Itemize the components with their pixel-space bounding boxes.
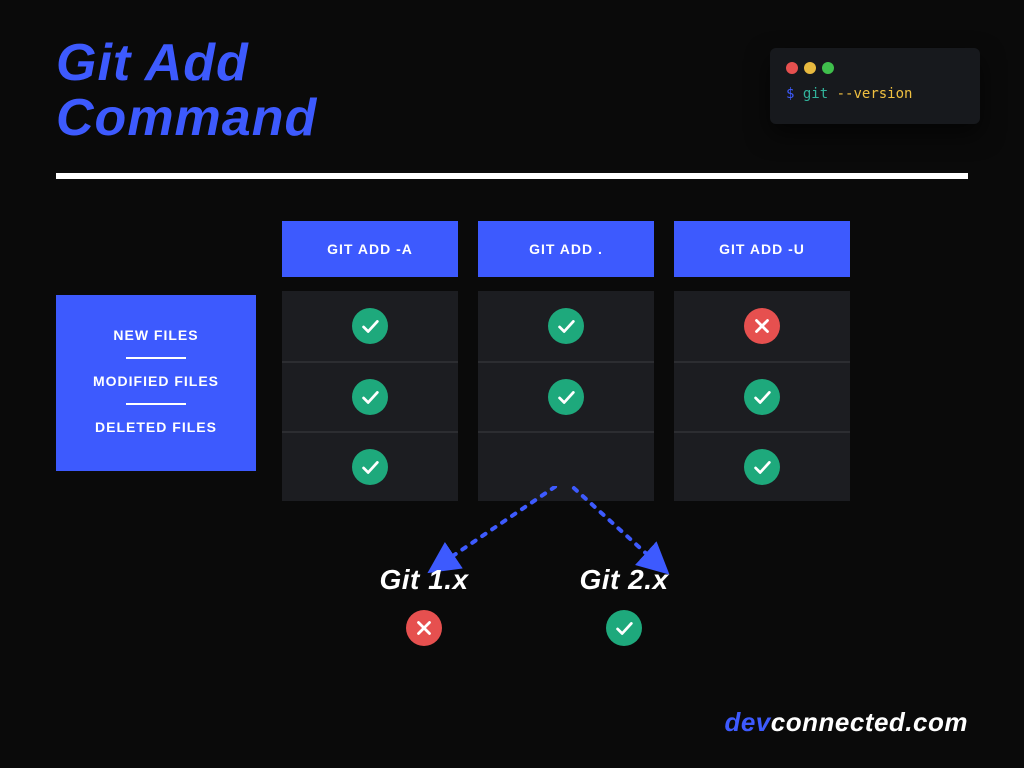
column-body bbox=[674, 291, 850, 501]
title-line-1: Git Add bbox=[56, 34, 249, 92]
footnote-branch-git2: Git 2.x bbox=[554, 564, 694, 646]
cross-icon bbox=[744, 308, 780, 344]
row-label-deleted-files: DELETED FILES bbox=[78, 405, 234, 449]
footnote-branch-git1: Git 1.x bbox=[354, 564, 494, 646]
close-icon bbox=[786, 62, 798, 74]
terminal-flag: --version bbox=[837, 86, 913, 102]
cell bbox=[282, 291, 458, 361]
terminal-binary: git bbox=[803, 86, 828, 102]
column-header: GIT ADD -U bbox=[674, 221, 850, 277]
row-label-modified-files: MODIFIED FILES bbox=[78, 359, 234, 403]
footnote-label: Git 2.x bbox=[554, 564, 694, 596]
terminal-prompt: $ bbox=[786, 86, 794, 102]
footnote-label: Git 1.x bbox=[354, 564, 494, 596]
divider bbox=[56, 173, 968, 179]
attribution-accent: dev bbox=[724, 707, 770, 737]
column-git-add-u: GIT ADD -U bbox=[674, 221, 850, 501]
check-icon bbox=[744, 379, 780, 415]
cross-icon bbox=[406, 610, 442, 646]
check-icon bbox=[548, 379, 584, 415]
cell bbox=[674, 361, 850, 431]
column-header: GIT ADD -A bbox=[282, 221, 458, 277]
check-icon bbox=[352, 308, 388, 344]
attribution: devconnected.com bbox=[724, 707, 968, 738]
check-icon bbox=[548, 308, 584, 344]
minimize-icon bbox=[804, 62, 816, 74]
terminal-window-controls bbox=[786, 62, 964, 74]
title-line-2: Command bbox=[56, 89, 317, 147]
column-git-add-dot: GIT ADD . bbox=[478, 221, 654, 501]
terminal-card: $ git --version bbox=[770, 48, 980, 124]
check-icon bbox=[352, 379, 388, 415]
split-footnote: Git 1.x Git 2.x bbox=[0, 486, 1024, 706]
column-body bbox=[478, 291, 654, 501]
check-icon bbox=[352, 449, 388, 485]
cell bbox=[478, 291, 654, 361]
row-label-new-files: NEW FILES bbox=[78, 313, 234, 357]
maximize-icon bbox=[822, 62, 834, 74]
check-icon bbox=[606, 610, 642, 646]
cell bbox=[478, 361, 654, 431]
attribution-rest: connected.com bbox=[771, 707, 968, 737]
cell bbox=[282, 361, 458, 431]
cell bbox=[674, 291, 850, 361]
column-header: GIT ADD . bbox=[478, 221, 654, 277]
column-git-add-a: GIT ADD -A bbox=[282, 221, 458, 501]
terminal-command: $ git --version bbox=[786, 86, 964, 102]
check-icon bbox=[744, 449, 780, 485]
split-arrows bbox=[0, 486, 1024, 706]
row-labels-panel: NEW FILES MODIFIED FILES DELETED FILES bbox=[56, 295, 256, 471]
column-body bbox=[282, 291, 458, 501]
